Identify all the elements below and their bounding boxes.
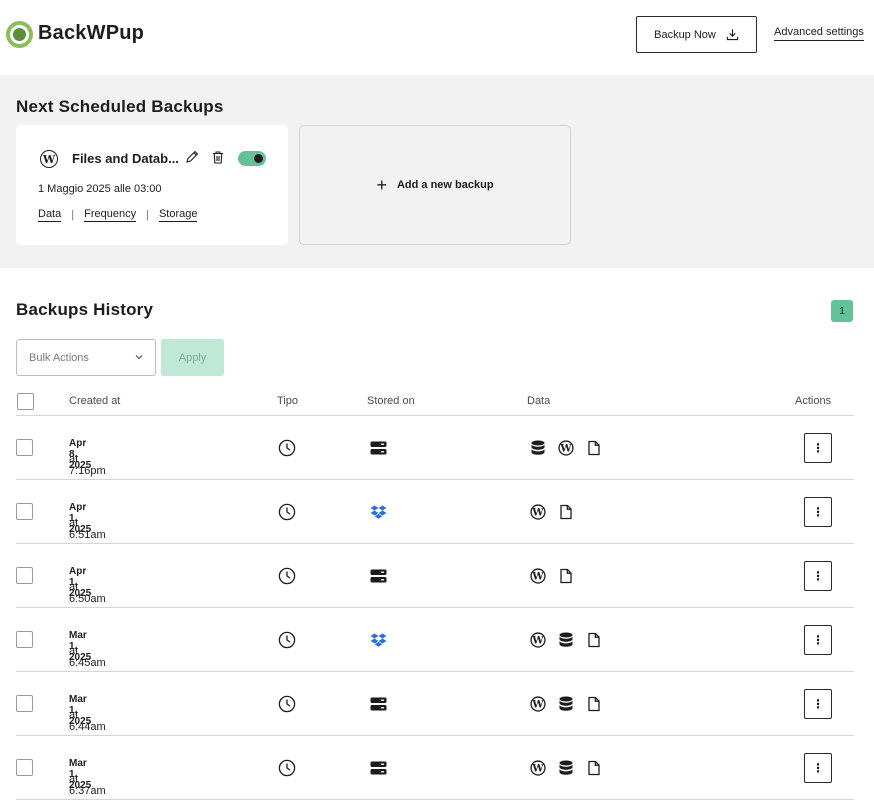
column-type: Tipo <box>277 395 298 407</box>
dropbox-icon <box>370 505 387 519</box>
server-icon <box>370 697 387 711</box>
pencil-icon[interactable] <box>185 150 199 164</box>
more-vertical-icon: ⋮ <box>812 569 824 583</box>
scheduled-backup-card: W Files and Datab... 1 Maggio 2025 alle … <box>16 125 288 245</box>
row-actions-button[interactable]: ⋮ <box>804 689 832 719</box>
scheduled-backups-section: Next Scheduled Backups W Files and Datab… <box>0 75 874 268</box>
more-vertical-icon: ⋮ <box>812 633 824 647</box>
svg-text:W: W <box>531 508 544 519</box>
server-icon <box>370 761 387 775</box>
row-divider <box>16 735 854 736</box>
backup-time: at 6:51am <box>69 517 106 541</box>
file-icon <box>586 632 602 648</box>
scheduled-clock-icon <box>278 759 296 777</box>
plus-icon: + <box>376 175 387 195</box>
backup-time: at 6:45am <box>69 645 106 669</box>
row-checkbox[interactable] <box>16 503 33 520</box>
more-vertical-icon: ⋮ <box>812 761 824 775</box>
row-actions-button[interactable]: ⋮ <box>804 561 832 591</box>
schedule-enabled-toggle[interactable] <box>238 151 266 166</box>
file-icon <box>586 760 602 776</box>
backup-time: at 6:50am <box>69 581 106 605</box>
trash-icon[interactable] <box>212 151 224 164</box>
wordpress-icon: W <box>530 504 546 520</box>
dropbox-icon <box>370 633 387 647</box>
row-checkbox[interactable] <box>16 439 33 456</box>
database-icon <box>558 696 574 712</box>
top-bar: BackWPup Backup Now Advanced settings <box>0 0 874 75</box>
scheduled-clock-icon <box>278 503 296 521</box>
file-icon <box>558 504 574 520</box>
backup-now-button[interactable]: Backup Now <box>636 16 757 53</box>
backwpup-logo-icon <box>6 21 33 48</box>
database-icon <box>558 760 574 776</box>
database-icon <box>530 440 546 456</box>
advanced-settings-link[interactable]: Advanced settings <box>774 26 864 41</box>
svg-text:W: W <box>531 572 544 583</box>
backup-now-label: Backup Now <box>654 28 716 41</box>
row-checkbox[interactable] <box>16 695 33 712</box>
wordpress-icon: W <box>530 568 546 584</box>
page-number[interactable]: 1 <box>831 300 853 322</box>
database-icon <box>558 632 574 648</box>
bulk-actions-placeholder: Bulk Actions <box>29 351 89 364</box>
history-title: Backups History <box>16 300 154 319</box>
storage-link[interactable]: Storage <box>158 208 198 222</box>
apply-button[interactable]: Apply <box>161 339 224 376</box>
wordpress-icon: W <box>530 696 546 712</box>
row-divider <box>16 607 854 608</box>
scheduled-clock-icon <box>278 631 296 649</box>
server-icon <box>370 441 387 455</box>
select-all-checkbox[interactable] <box>17 393 34 410</box>
backup-time: at 6:44am <box>69 709 106 733</box>
wordpress-icon: W <box>40 150 58 168</box>
backup-time: at 7:16pm <box>69 453 106 477</box>
row-checkbox[interactable] <box>16 759 33 776</box>
wordpress-icon: W <box>530 632 546 648</box>
row-actions-button[interactable]: ⋮ <box>804 497 832 527</box>
svg-text:W: W <box>531 636 544 647</box>
scheduled-title: Next Scheduled Backups <box>16 97 224 116</box>
file-icon <box>586 440 602 456</box>
svg-text:W: W <box>559 444 572 455</box>
chevron-down-icon <box>135 355 143 360</box>
next-run-date: 1 Maggio 2025 alle 03:00 <box>38 183 162 195</box>
more-vertical-icon: ⋮ <box>812 505 824 519</box>
column-created-at: Created at <box>69 395 121 407</box>
wordpress-icon: W <box>558 440 574 456</box>
add-new-backup-button[interactable]: + Add a new backup <box>299 125 571 245</box>
row-actions-button[interactable]: ⋮ <box>804 433 832 463</box>
column-data: Data <box>527 395 551 407</box>
scheduled-clock-icon <box>278 567 296 585</box>
row-divider <box>16 671 854 672</box>
row-divider <box>16 543 854 544</box>
row-checkbox[interactable] <box>16 567 33 584</box>
row-actions-button[interactable]: ⋮ <box>804 625 832 655</box>
download-icon <box>726 29 739 41</box>
more-vertical-icon: ⋮ <box>812 697 824 711</box>
row-divider <box>16 479 854 480</box>
wordpress-icon: W <box>530 760 546 776</box>
scheduled-backup-title: Files and Datab... <box>72 151 179 166</box>
scheduled-clock-icon <box>278 695 296 713</box>
server-icon <box>370 569 387 583</box>
more-vertical-icon: ⋮ <box>812 441 824 455</box>
row-actions-button[interactable]: ⋮ <box>804 753 832 783</box>
brand-name: BackWPup <box>38 22 145 44</box>
column-actions: Actions <box>795 395 832 407</box>
column-stored-on: Stored on <box>367 395 415 407</box>
file-icon <box>558 568 574 584</box>
data-link[interactable]: Data <box>38 208 62 222</box>
frequency-link[interactable]: Frequency <box>84 208 137 222</box>
backup-time: at 6:37am <box>69 773 106 797</box>
row-checkbox[interactable] <box>16 631 33 648</box>
file-icon <box>586 696 602 712</box>
add-new-backup-label: Add a new backup <box>396 179 494 191</box>
scheduled-clock-icon <box>278 439 296 457</box>
header-divider <box>16 415 854 416</box>
svg-text:W: W <box>531 764 544 775</box>
svg-text:W: W <box>531 700 544 711</box>
bulk-actions-select[interactable]: Bulk Actions <box>16 339 156 376</box>
schedule-links: Data | Frequency | Storage <box>38 208 198 222</box>
